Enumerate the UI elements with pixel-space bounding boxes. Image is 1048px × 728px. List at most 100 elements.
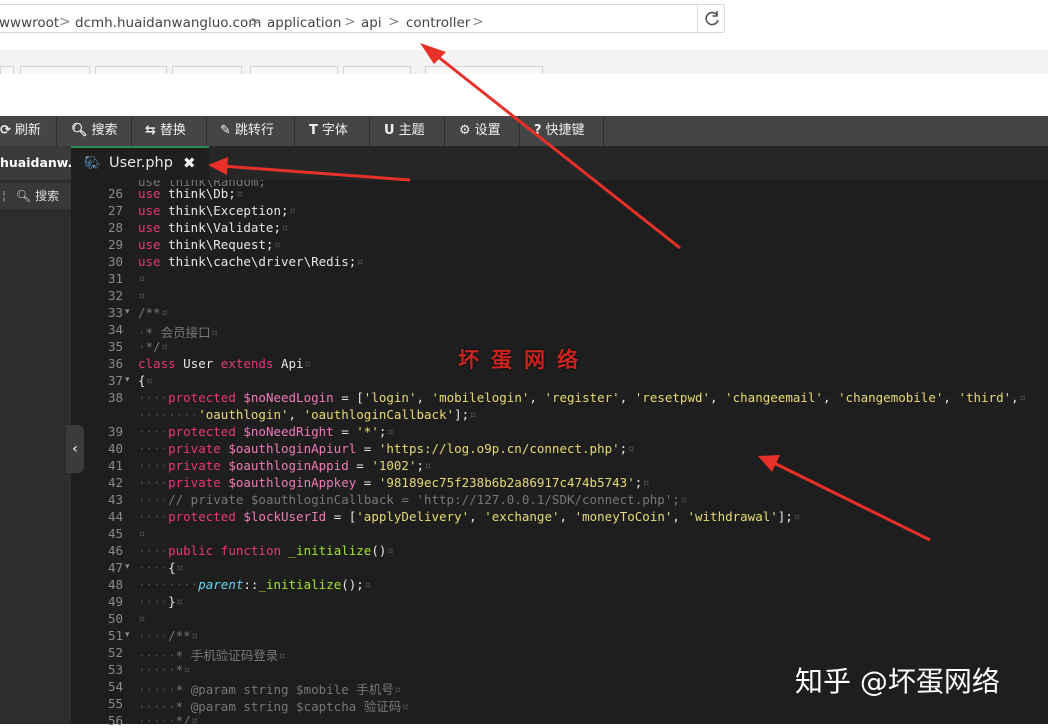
toolbar-label: 字体 [321,123,348,138]
sidebar-tab-label: huaidanw... [0,155,71,170]
code-line: ····{¤ [138,560,184,575]
tab[interactable] [0,66,14,74]
line-number: 35 [107,339,123,354]
fold-toggle-icon[interactable]: ▾ [125,630,130,640]
toolbar-refresh-button[interactable]: ⟳ 刷新 [0,116,41,146]
line-number: 30 [107,254,123,269]
toolbar-label: 刷新 [14,123,41,138]
chevron-right-icon: > [472,14,484,30]
line-number: 44 [107,509,123,524]
tab[interactable] [20,66,90,74]
line-number: 54 [107,679,123,694]
code-line: ········'oauthlogin', 'oauthloginCallbac… [138,407,477,422]
chevron-right-icon: > [59,14,71,30]
line-number: 29 [107,237,123,252]
fold-toggle-icon[interactable]: ▾ [125,307,130,317]
toolbar-search-button[interactable]: 🔍︎ 搜索 [71,116,118,146]
sidebar-tab-site[interactable]: huaidanw... [0,146,71,180]
line-number: 49 [107,594,123,609]
code-line: ····protected $lockUserId = ['applyDeliv… [138,509,801,524]
toolbar-replace-button[interactable]: ⇆ 替换 [145,116,186,146]
code-line: ····protected $noNeedRight = '*';¤ [138,424,394,439]
code-line: ········parent::_initialize();¤ [138,577,372,592]
file-tab-label: User.php [109,155,173,171]
code-line: ····private $oauthloginAppkey = '98189ec… [138,475,650,490]
code-line: ¤ [138,611,146,626]
line-number: 51 [107,628,123,643]
code-line: /**¤ [138,305,169,320]
breadcrumb-item-domain[interactable]: dcmh.huaidanwangluo.com [75,15,261,31]
tab[interactable] [425,66,543,74]
tab[interactable] [343,66,411,74]
code-line: ·····*¤ [138,662,191,677]
divider [56,116,57,146]
line-number: 27 [107,203,123,218]
code-line: ····// private $oauthloginCallback = 'ht… [138,492,688,507]
spacer [0,74,1048,116]
line-number: 36 [107,356,123,371]
toolbar-label: 替换 [159,123,186,138]
breadcrumb-item-controller[interactable]: controller [406,15,470,31]
toolbar-label: 搜索 [91,123,118,138]
line-number: 46 [107,543,123,558]
red-watermark: 坏蛋网络 [458,347,590,372]
line-number: 56 [107,713,123,728]
toolbar-font-button[interactable]: T 字体 [309,116,348,146]
code-line: ····/**¤ [138,628,199,643]
tab[interactable] [250,66,338,74]
divider [603,116,604,146]
tab[interactable] [172,66,242,74]
sidebar-search-label: 搜索 [35,189,60,203]
toolbar-shortcuts-button[interactable]: ? 快捷键 [534,116,585,146]
theme-icon: U [384,123,395,138]
line-number: 45 [107,526,123,541]
breadcrumb: wwwroot > dcmh.huaidanwangluo.com > appl… [0,4,725,33]
fold-toggle-icon[interactable]: ▾ [125,375,130,385]
breadcrumb-item-api[interactable]: api [361,15,382,31]
fold-toggle-icon[interactable]: ▾ [125,562,130,572]
sidebar-collapse-button[interactable]: ‹ [66,425,84,473]
toolbar-settings-button[interactable]: ⚙ 设置 [459,116,501,146]
toolbar-goto-line-button[interactable]: ✎ 跳转行 [220,116,274,146]
line-number: 48 [107,577,123,592]
toolbar-label: 主题 [398,123,425,138]
code-line: use think\Validate;¤ [138,220,289,235]
help-icon: ? [534,123,542,138]
line-number: 32 [107,288,123,303]
code-line: class User extends Api¤ [138,356,312,371]
php-file-icon: 🐘︎ [84,156,101,171]
divider: ¦ [2,189,7,203]
chevron-right-icon: > [388,14,400,30]
sidebar-search-button[interactable]: ¦ 🔍︎ 搜索 [0,183,71,209]
toolbar-label: 跳转行 [234,123,274,138]
code-line: {¤ [138,373,154,388]
close-icon[interactable]: ✖ [183,148,196,179]
code-line: ····}¤ [138,594,184,609]
code-line: use think\Request;¤ [138,237,281,252]
breadcrumb-item-wwwroot[interactable]: wwwroot [0,15,59,31]
line-number: 37 [107,373,123,388]
code-line: use think\Exception;¤ [138,203,297,218]
code-line: ····private $oauthloginApiurl = 'https:/… [138,441,635,456]
code-line: use think\cache\driver\Redis;¤ [138,254,364,269]
font-icon: T [309,123,318,138]
refresh-button[interactable] [697,5,725,32]
code-editor[interactable]: use think\Random; use think\Db;¤ use thin… [135,180,1048,724]
file-sidebar: huaidanw... ¦ 🔍︎搜索 [0,146,71,724]
breadcrumb-item-application[interactable]: application [267,15,341,31]
toolbar-label: 快捷键 [545,123,585,138]
line-number: 42 [107,475,123,490]
line-number: 52 [107,645,123,660]
pin-icon: ✎ [220,123,231,138]
divider [206,116,207,146]
toolbar-theme-button[interactable]: U 主题 [384,116,425,146]
replace-icon: ⇆ [145,123,156,138]
line-number: 26 [107,186,123,201]
refresh-icon [705,11,719,26]
tab-user-php[interactable]: 🐘︎ User.php ✖ [71,146,209,180]
line-number: 50 [107,611,123,626]
tab[interactable] [95,66,167,74]
divider [294,116,295,146]
search-icon: 🔍︎ [71,123,88,138]
zhihu-watermark: 知乎 @坏蛋网络 [795,665,1000,698]
